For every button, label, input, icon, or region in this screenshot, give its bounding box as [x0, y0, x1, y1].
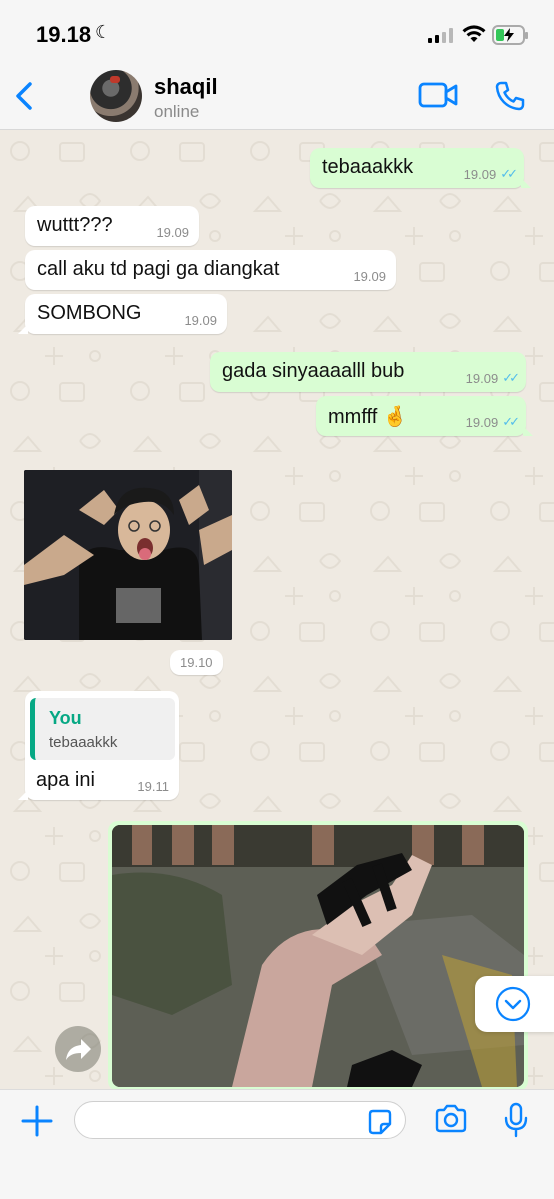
quoted-message[interactable]: You tebaaakkk [30, 698, 175, 760]
forward-icon [66, 1039, 91, 1060]
forward-button[interactable] [55, 1026, 101, 1072]
video-camera-icon [418, 82, 458, 108]
status-time: 19.18 [36, 22, 92, 47]
sticker-button[interactable] [366, 1108, 394, 1141]
status-bar: 19.18 ☾ [0, 0, 554, 62]
chat-area[interactable]: tebaaakkk 19.09 ✓✓ wuttt??? 19.09 call ak… [0, 131, 554, 1089]
message-text: wuttt??? [37, 214, 113, 236]
message-bubble[interactable]: mmfff 🤞 19.09 ✓✓ [316, 396, 533, 436]
camera-button[interactable] [434, 1104, 468, 1139]
message-time: 19.09 [463, 166, 497, 182]
message-meta: 19.09 ✓✓ [463, 166, 518, 182]
read-ticks-icon: ✓✓ [502, 370, 520, 385]
attach-button[interactable] [20, 1104, 54, 1143]
message-text: SOMBONG [37, 302, 142, 324]
microphone-button[interactable] [502, 1102, 530, 1143]
message-time: 19.11 [137, 779, 169, 794]
microphone-icon [504, 1102, 528, 1138]
message-time: 19.10 [170, 650, 223, 675]
contact-status: online [154, 102, 200, 121]
video-call-button[interactable] [418, 80, 458, 115]
read-ticks-icon: ✓✓ [502, 414, 520, 429]
message-bubble[interactable]: SOMBONG 19.09 [18, 294, 227, 334]
avatar[interactable] [90, 70, 142, 122]
message-time: 19.09 [184, 313, 217, 328]
message-text: call aku td pagi ga diangkat [37, 258, 280, 280]
message-input[interactable] [74, 1101, 406, 1139]
voice-call-button[interactable] [494, 80, 526, 117]
message-bubble[interactable]: wuttt??? 19.09 [25, 206, 199, 246]
signal-icon [428, 28, 453, 43]
quoted-author: You [49, 708, 82, 728]
chevron-down-circle-icon [495, 986, 531, 1022]
phone-icon [495, 81, 525, 111]
photo-message[interactable] [108, 821, 528, 1089]
message-bubble[interactable]: gada sinyaaaalll bub 19.09 ✓✓ [210, 352, 526, 392]
message-text: gada sinyaaaalll bub [222, 360, 405, 382]
message-meta: 19.09 ✓✓ [465, 414, 520, 430]
quoted-text: tebaaakkk [49, 734, 118, 751]
wifi-icon [462, 24, 486, 49]
message-meta: 19.09 ✓✓ [465, 370, 520, 386]
message-bubble[interactable]: tebaaakkk 19.09 ✓✓ [310, 148, 531, 188]
message-text: apa ini [36, 769, 95, 791]
image-message[interactable] [24, 470, 232, 640]
chevron-left-icon [16, 82, 32, 110]
read-ticks-icon: ✓✓ [500, 166, 518, 181]
sticker-icon [368, 1109, 392, 1135]
message-time: 19.09 [156, 225, 189, 240]
chat-header: shaqil online [0, 62, 554, 130]
camera-icon [435, 1104, 467, 1133]
contact-name[interactable]: shaqil [154, 74, 218, 100]
message-time: 19.09 [465, 414, 499, 430]
message-time: 19.09 [353, 269, 386, 284]
composer-bar [0, 1089, 554, 1199]
message-text: mmfff 🤞 [328, 406, 408, 428]
photo-image [112, 825, 524, 1087]
message-bubble[interactable]: call aku td pagi ga diangkat 19.09 [25, 250, 396, 290]
back-button[interactable] [10, 76, 40, 116]
moon-icon: ☾ [95, 22, 112, 42]
plus-icon [21, 1105, 53, 1137]
sticker-image [24, 470, 232, 640]
message-text: tebaaakkk [322, 156, 414, 178]
message-time: 19.09 [465, 370, 499, 386]
battery-icon [492, 25, 528, 45]
scroll-to-bottom-button[interactable] [475, 976, 554, 1032]
